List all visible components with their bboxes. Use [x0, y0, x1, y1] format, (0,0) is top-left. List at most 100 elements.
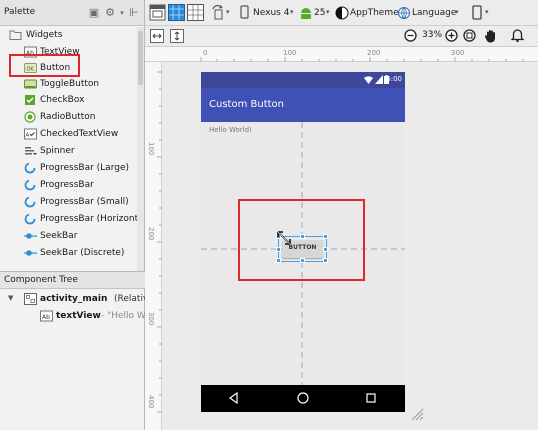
folder-icon — [9, 30, 22, 40]
navigation-bar — [201, 385, 405, 412]
component-tree-header: Component Tree — [0, 272, 145, 289]
blueprint-view-icon[interactable] — [168, 4, 185, 21]
palette-item-progressbar-horizontal[interactable]: ProgressBar (Horizontal) — [0, 211, 144, 228]
palette-item-label: SeekBar (Discrete) — [40, 248, 125, 258]
chevron-down-icon[interactable]: ▾ — [116, 7, 128, 19]
home-icon[interactable] — [296, 391, 310, 405]
status-bar: 6:00 — [201, 72, 405, 88]
button-highlight-box — [9, 54, 80, 77]
palette-item-spinner[interactable]: Spinner — [0, 143, 136, 160]
language-selector[interactable]: Language — [412, 8, 456, 26]
status-time: 6:00 — [386, 75, 402, 83]
search-icon[interactable]: ▣ — [88, 7, 100, 19]
device-dropdown-icon[interactable]: ▾ — [290, 8, 294, 26]
palette-item-label: SeekBar — [40, 231, 78, 241]
orientation-dropdown-icon[interactable]: ▾ — [226, 8, 230, 26]
palette-item-progressbar[interactable]: ProgressBar — [0, 177, 136, 194]
ruler-tick-label: 300 — [451, 49, 465, 57]
palette-item-label: CheckedTextView — [40, 129, 119, 139]
design-canvas[interactable]: 0 100 200 300 100 200 300 400 6:00 Custo… — [145, 47, 538, 430]
canvas-toolbar: 33% — [145, 26, 538, 47]
theme-icon[interactable] — [335, 4, 349, 21]
notification-bell-icon[interactable] — [511, 28, 524, 43]
device-selector[interactable]: Nexus 4 — [253, 8, 289, 26]
palette-item-label: CheckBox — [40, 95, 85, 105]
zoom-out-icon[interactable] — [404, 29, 417, 42]
ruler-tick-label: 400 — [147, 395, 155, 409]
palette-item-progressbar-small[interactable]: ProgressBar (Small) — [0, 194, 136, 211]
preview-dropdown-icon[interactable]: ▾ — [485, 8, 489, 26]
theme-selector[interactable]: AppTheme — [350, 8, 399, 26]
palette-scrollbar[interactable] — [137, 27, 144, 271]
svg-text:Ab: Ab — [42, 314, 50, 321]
recents-icon[interactable] — [364, 391, 378, 405]
ruler-tick-label: 0 — [203, 49, 208, 57]
tree-item-textview-name: textView — [56, 311, 101, 321]
palette-item-label: ProgressBar (Large) — [40, 163, 130, 173]
wifi-icon — [364, 76, 373, 84]
zoom-to-fit-icon[interactable] — [463, 29, 476, 42]
tree-item-root-name: activity_main — [40, 294, 108, 304]
palette-item-radiobutton[interactable]: RadioButton — [0, 109, 136, 126]
svg-text:A: A — [26, 133, 30, 139]
language-dropdown-icon[interactable]: ▾ — [455, 8, 459, 26]
palette-item-label: ProgressBar (Horizontal) — [40, 214, 145, 224]
api-level-selector[interactable]: 25 — [314, 8, 325, 26]
grid-view-icon[interactable] — [187, 4, 204, 21]
palette-item-checkbox[interactable]: CheckBox — [0, 92, 136, 109]
api-dropdown-icon[interactable]: ▾ — [326, 8, 330, 26]
design-view-icon[interactable] — [149, 4, 166, 21]
hide-panel-icon[interactable]: ⊩ — [128, 7, 140, 19]
tree-item-root[interactable]: ▼ activity_main (RelativeLa — [0, 292, 164, 308]
resize-corner-icon[interactable] — [410, 407, 424, 421]
gear-icon[interactable]: ⚙ — [104, 7, 116, 19]
globe-icon[interactable] — [397, 4, 411, 21]
palette-item-progressbar-large[interactable]: ProgressBar (Large) — [0, 160, 136, 177]
expand-toggle-icon[interactable]: ▼ — [8, 294, 13, 302]
phone-preview-icon[interactable] — [471, 4, 483, 21]
ruler-vertical-ticks — [157, 71, 162, 413]
checkedtextview-icon: A — [24, 128, 37, 140]
progressbar-icon — [24, 196, 36, 208]
tree-item-textview-value: - "Hello W — [101, 311, 146, 321]
ruler-tick-label: 200 — [367, 49, 381, 57]
palette-item-togglebutton[interactable]: ToggleButton — [0, 76, 136, 93]
zoom-in-icon[interactable] — [445, 29, 458, 42]
back-icon[interactable] — [227, 391, 241, 405]
ruler-tick-label: 300 — [147, 312, 155, 326]
palette-item-label: ProgressBar — [40, 180, 94, 190]
ruler-vertical: 100 200 300 400 — [145, 62, 162, 430]
pan-hand-icon[interactable] — [484, 28, 497, 43]
app-bar: Custom Button — [201, 88, 405, 122]
expand-horizontal-icon[interactable] — [150, 29, 164, 43]
tree-item-textview[interactable]: Ab textView - "Hello W — [0, 309, 146, 325]
ruler-tick-label: 100 — [147, 142, 155, 156]
radiobutton-icon — [24, 111, 36, 123]
zoom-level: 33% — [422, 30, 443, 40]
button-widget-highlight-box — [238, 199, 365, 281]
progressbar-icon — [24, 162, 36, 174]
palette-panel: Palette ▣ ⚙ ▾ ⊩ Widgets Ab TextView OK B… — [0, 0, 145, 271]
component-tree-panel: Component Tree ▼ activity_main (Relative… — [0, 271, 164, 430]
palette-item-checkedtextview[interactable]: A CheckedTextView — [0, 126, 136, 143]
android-icon[interactable] — [299, 4, 313, 21]
seekbar-icon — [24, 250, 37, 256]
palette-item-seekbar[interactable]: SeekBar — [0, 228, 136, 245]
palette-group-widgets[interactable]: Widgets — [0, 27, 136, 44]
orientation-icon[interactable] — [211, 4, 225, 21]
component-tree-title: Component Tree — [4, 275, 78, 285]
app-title: Custom Button — [209, 99, 284, 110]
layout-toolbar: ▾ Nexus 4 ▾ 25 ▾ AppTheme Language ▾ ▾ — [145, 0, 538, 26]
progressbar-icon — [24, 179, 36, 191]
device-icon[interactable] — [239, 4, 250, 21]
ruler-tick-label: 200 — [147, 227, 155, 241]
palette-scrollbar-thumb[interactable] — [138, 31, 143, 85]
signal-icon — [375, 75, 383, 84]
ruler-tick-label: 100 — [283, 49, 297, 57]
palette-item-label: Spinner — [40, 146, 75, 156]
spinner-icon — [25, 147, 37, 155]
expand-vertical-icon[interactable] — [170, 29, 184, 43]
palette-item-seekbar-discrete[interactable]: SeekBar (Discrete) — [0, 245, 136, 262]
palette-header: Palette ▣ ⚙ ▾ ⊩ — [0, 0, 144, 26]
checkbox-icon — [25, 95, 35, 105]
